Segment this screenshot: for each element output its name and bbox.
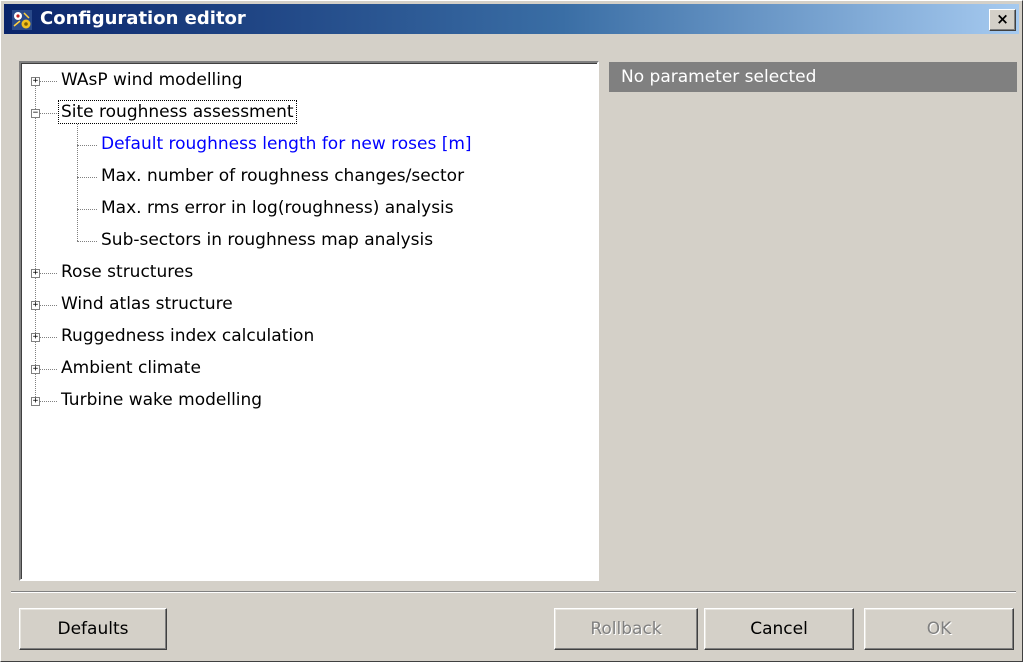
collapse-icon[interactable]: − bbox=[31, 109, 40, 118]
tree-node-label[interactable]: Ambient climate bbox=[59, 357, 203, 379]
expand-icon[interactable]: + bbox=[31, 269, 40, 278]
parameter-panel-header: No parameter selected bbox=[609, 62, 1017, 92]
tree-connector bbox=[39, 81, 57, 82]
divider-highlight bbox=[11, 592, 1016, 593]
tree-node-label[interactable]: Turbine wake modelling bbox=[59, 389, 264, 411]
tree-connector bbox=[77, 241, 97, 242]
tree-connector bbox=[39, 369, 57, 370]
tree-leaf-label[interactable]: Max. number of roughness changes/sector bbox=[99, 165, 466, 187]
window-title: Configuration editor bbox=[40, 8, 246, 29]
tree-node[interactable]: + Rose structures bbox=[21, 258, 597, 288]
tree-node[interactable]: − Site roughness assessment bbox=[21, 98, 597, 128]
expand-icon[interactable]: + bbox=[31, 301, 40, 310]
tree-leaf[interactable]: Max. rms error in log(roughness) analysi… bbox=[21, 194, 597, 224]
tree-node[interactable]: + WAsP wind modelling bbox=[21, 66, 597, 96]
tree-node-label[interactable]: Site roughness assessment bbox=[58, 100, 297, 124]
tree-node[interactable]: + Ruggedness index calculation bbox=[21, 322, 597, 352]
tree-node-label[interactable]: Rose structures bbox=[59, 261, 195, 283]
close-button[interactable]: × bbox=[989, 9, 1016, 31]
tree-connector bbox=[77, 177, 97, 178]
tree-leaf[interactable]: Default roughness length for new roses [… bbox=[21, 130, 597, 160]
tree-node[interactable]: + Turbine wake modelling bbox=[21, 386, 597, 416]
close-icon: × bbox=[996, 10, 1009, 28]
cancel-button[interactable]: Cancel bbox=[704, 608, 854, 650]
tree-node-label[interactable]: Wind atlas structure bbox=[59, 293, 235, 315]
tree-connector bbox=[39, 305, 57, 306]
tree-connector bbox=[39, 273, 57, 274]
tree-leaf[interactable]: Max. number of roughness changes/sector bbox=[21, 162, 597, 192]
tree-connector bbox=[39, 113, 57, 114]
expand-icon[interactable]: + bbox=[31, 397, 40, 406]
tree-leaf-label[interactable]: Default roughness length for new roses [… bbox=[99, 133, 474, 155]
rollback-button[interactable]: Rollback bbox=[554, 608, 698, 650]
app-icon bbox=[11, 9, 33, 31]
configuration-editor-window: Configuration editor × + WAsP wind modell… bbox=[0, 0, 1023, 662]
tree-leaf-label[interactable]: Sub-sectors in roughness map analysis bbox=[99, 229, 435, 251]
tree-connector bbox=[39, 401, 57, 402]
tree-node-label[interactable]: Ruggedness index calculation bbox=[59, 325, 316, 347]
expand-icon[interactable]: + bbox=[31, 77, 40, 86]
ok-button[interactable]: OK bbox=[864, 608, 1014, 650]
expand-icon[interactable]: + bbox=[31, 365, 40, 374]
defaults-button[interactable]: Defaults bbox=[19, 608, 167, 650]
tree-node[interactable]: + Ambient climate bbox=[21, 354, 597, 384]
tree-connector bbox=[77, 145, 97, 146]
expand-icon[interactable]: + bbox=[31, 333, 40, 342]
tree-node[interactable]: + Wind atlas structure bbox=[21, 290, 597, 320]
title-bar[interactable]: Configuration editor × bbox=[4, 4, 1019, 34]
tree-connector bbox=[39, 337, 57, 338]
tree-leaf-label[interactable]: Max. rms error in log(roughness) analysi… bbox=[99, 197, 456, 219]
tree-node-label[interactable]: WAsP wind modelling bbox=[59, 69, 245, 91]
tree-connector bbox=[77, 209, 97, 210]
tree-leaf[interactable]: Sub-sectors in roughness map analysis bbox=[21, 226, 597, 256]
configuration-tree[interactable]: + WAsP wind modelling − Site roughness asse… bbox=[19, 61, 599, 581]
